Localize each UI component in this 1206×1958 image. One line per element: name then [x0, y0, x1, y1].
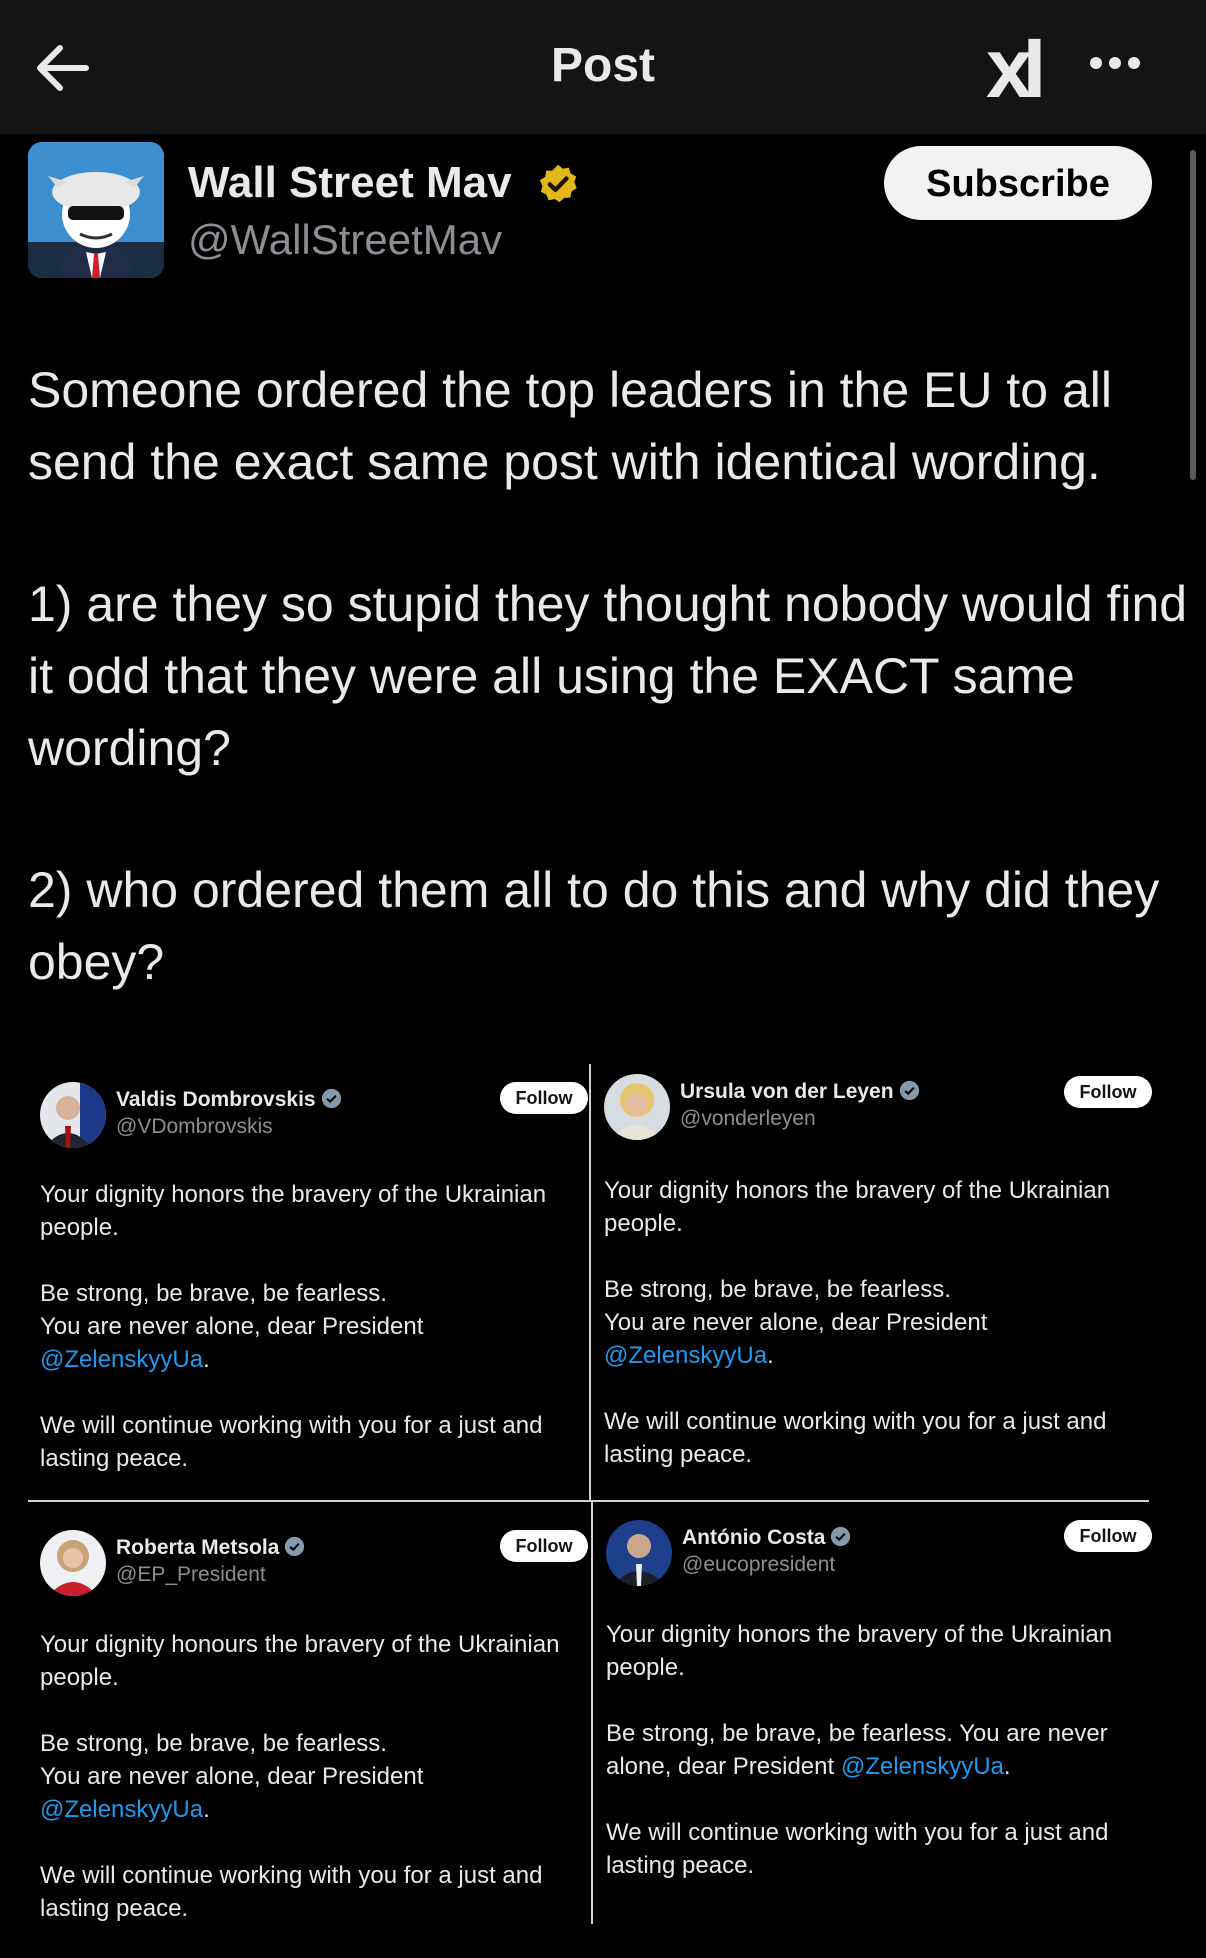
follow-button: Follow — [500, 1082, 588, 1114]
divider — [589, 1064, 591, 1500]
verified-icon — [831, 1526, 851, 1547]
divider — [591, 1500, 593, 1924]
verified-icon — [285, 1536, 305, 1557]
avatar-image — [28, 142, 164, 278]
post-paragraph-3: 2) who ordered them all to do this and w… — [28, 862, 1160, 990]
subscribe-button[interactable]: Subscribe — [884, 146, 1152, 220]
embedded-post: Roberta Metsola @EP_President Follow You… — [28, 1504, 588, 1924]
more-button[interactable] — [1090, 56, 1150, 76]
author-name[interactable]: Wall Street Mav — [188, 158, 512, 208]
mention-link: @ZelenskyyUa — [40, 1346, 204, 1373]
mention-link: @ZelenskyyUa — [840, 1753, 1004, 1780]
post-paragraph-1: Someone ordered the top leaders in the E… — [28, 362, 1113, 490]
avatar — [604, 1074, 670, 1140]
more-icon — [1090, 57, 1102, 69]
follow-button: Follow — [1064, 1520, 1152, 1552]
embedded-post-text: Your dignity honours the bravery of the … — [40, 1631, 560, 1922]
embedded-author-name: Valdis Dombrovskis — [116, 1088, 342, 1112]
embedded-author-name: Ursula von der Leyen — [680, 1080, 920, 1104]
embedded-author-handle: @vonderleyen — [680, 1107, 816, 1130]
embedded-post: Ursula von der Leyen @vonderleyen Follow… — [592, 1064, 1152, 1500]
follow-button: Follow — [500, 1530, 588, 1562]
verified-gold-icon — [539, 164, 577, 203]
embedded-post-text: Your dignity honors the bravery of the U… — [40, 1181, 547, 1472]
mention-link: @ZelenskyyUa — [40, 1796, 204, 1823]
avatar — [40, 1082, 106, 1148]
scrollbar[interactable] — [1190, 150, 1196, 480]
follow-button: Follow — [1064, 1076, 1152, 1108]
embedded-author-handle: @VDombrovskis — [116, 1115, 273, 1138]
embedded-post-text: Your dignity honors the bravery of the U… — [606, 1621, 1113, 1879]
avatar — [40, 1530, 106, 1596]
verified-icon — [321, 1088, 341, 1109]
embedded-author-handle: @EP_President — [116, 1563, 266, 1586]
mention-link: @ZelenskyyUa — [604, 1342, 768, 1369]
top-bar: Post xI — [0, 0, 1206, 134]
xai-logo[interactable]: xI — [986, 26, 1046, 110]
verified-icon — [899, 1080, 919, 1101]
post-paragraph-2: 1) are they so stupid they thought nobod… — [28, 576, 1188, 776]
embedded-author-name: Roberta Metsola — [116, 1536, 305, 1560]
embedded-author-handle: @eucopresident — [682, 1553, 836, 1576]
avatar[interactable] — [28, 142, 164, 278]
embedded-image[interactable]: Valdis Dombrovskis @VDombrovskis Follow … — [28, 1064, 1178, 1924]
embedded-post-text: Your dignity honors the bravery of the U… — [604, 1177, 1111, 1468]
author-handle[interactable]: @WallStreetMav — [188, 216, 502, 264]
embedded-post: Valdis Dombrovskis @VDombrovskis Follow … — [28, 1064, 588, 1500]
embedded-post: António Costa @eucopresident Follow Your… — [594, 1504, 1154, 1924]
avatar — [606, 1520, 672, 1586]
embedded-author-name: António Costa — [682, 1526, 851, 1550]
